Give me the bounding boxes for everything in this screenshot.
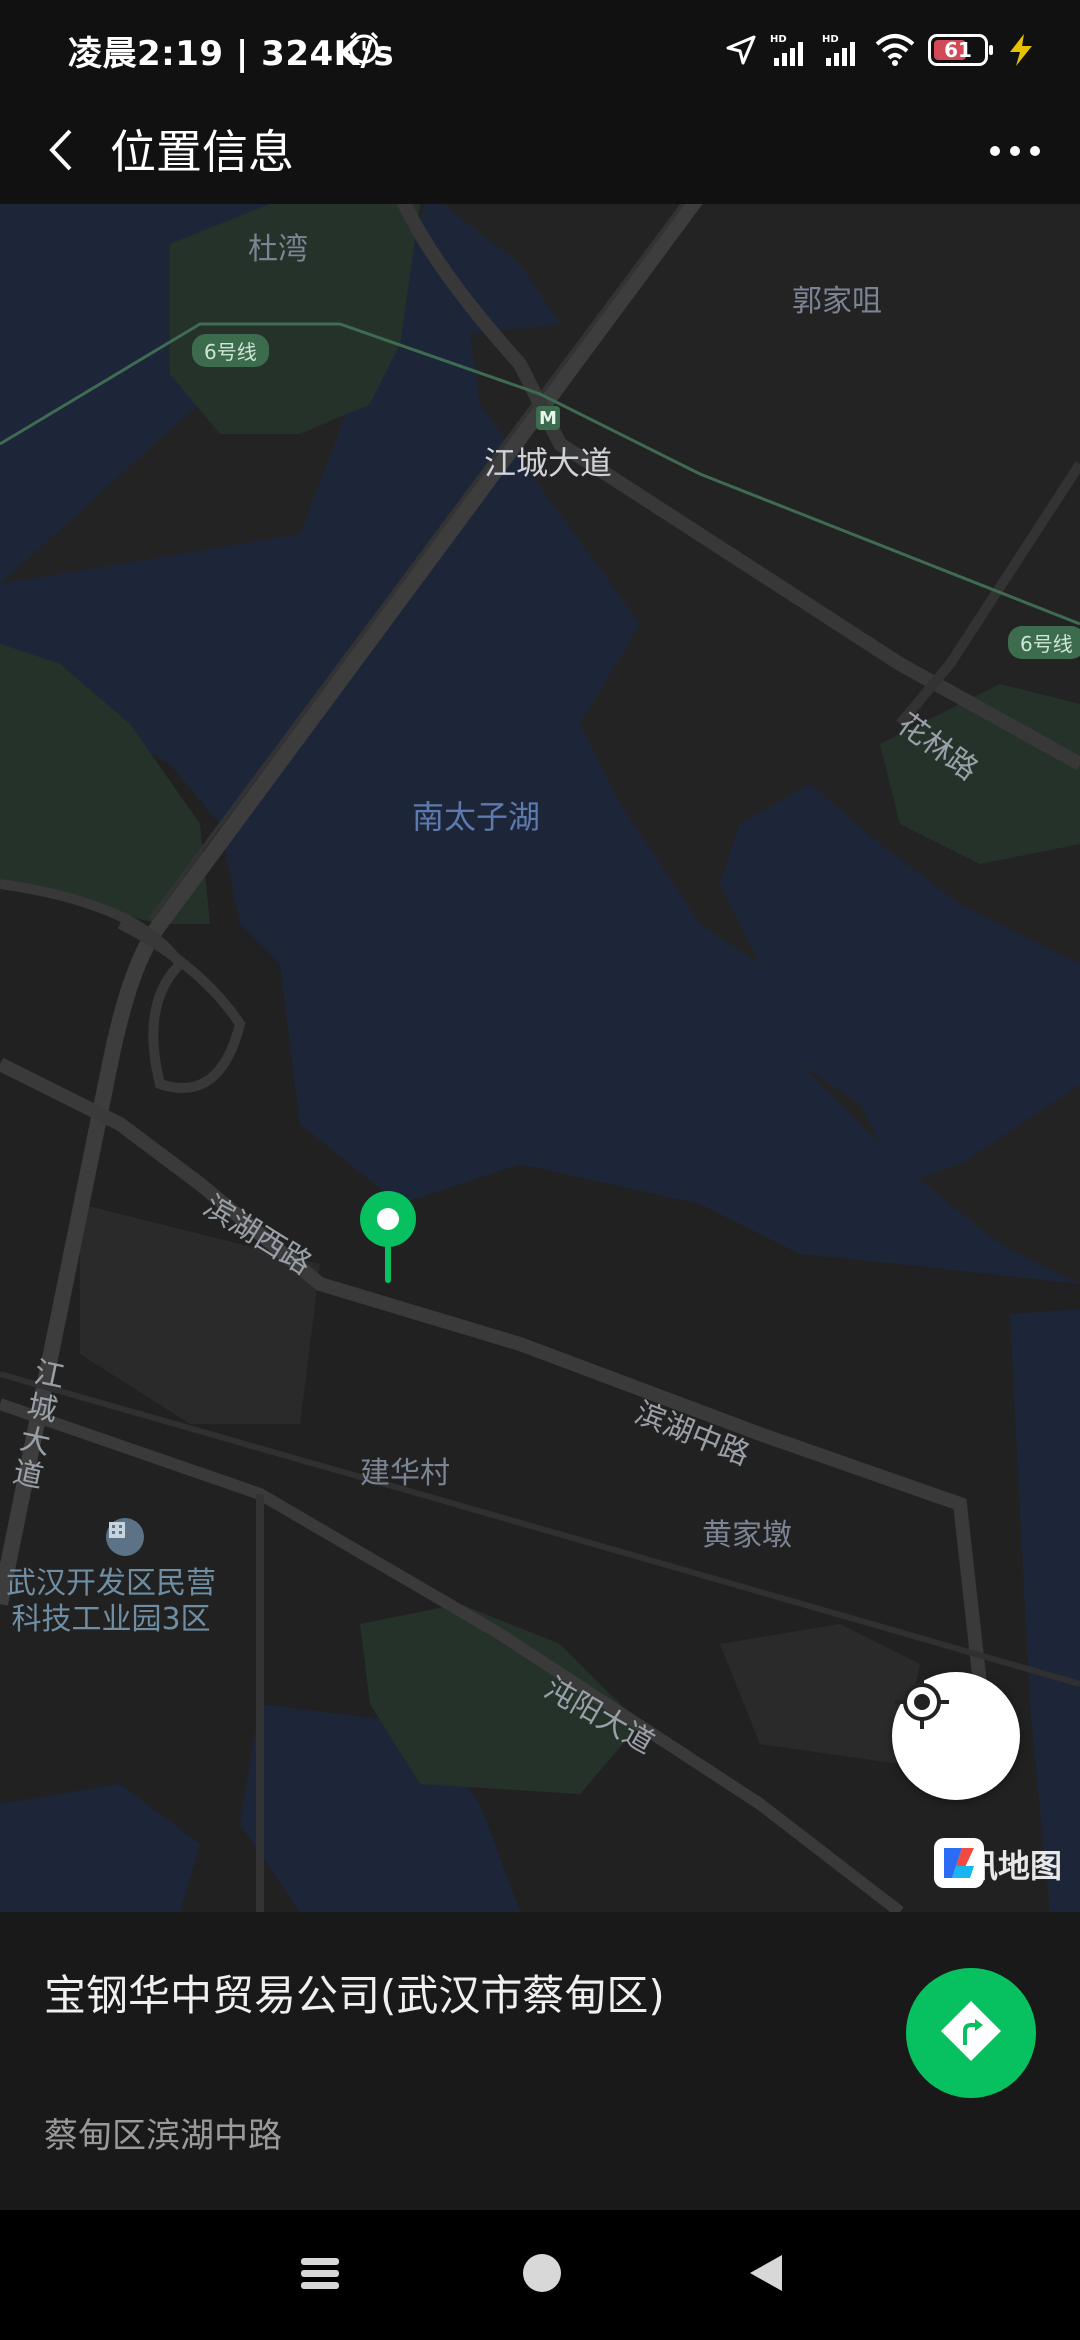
building-icon xyxy=(106,1518,144,1556)
status-bar: 凌晨2:19 | 324K/s HD HD 61 xyxy=(0,0,1080,100)
chevron-left-icon xyxy=(42,125,82,179)
place-address: 蔡甸区滨湖中路 xyxy=(44,2116,282,2156)
metro-station-icon: M xyxy=(536,406,560,430)
poi-label-industrial-park: 武汉开发区民营 科技工业园3区 xyxy=(6,1566,216,1637)
menu-icon xyxy=(299,2252,341,2298)
metro-station-label: 江城大道 xyxy=(484,444,613,482)
my-location-button[interactable] xyxy=(892,1672,1020,1800)
recent-apps-button[interactable] xyxy=(290,2250,350,2300)
home-button[interactable] xyxy=(512,2250,572,2300)
signal-hd-icon: HD xyxy=(770,32,810,68)
metro-line-badge: 6号线 xyxy=(192,334,269,367)
wifi-icon xyxy=(874,32,916,68)
svg-text:HD: HD xyxy=(770,34,787,45)
system-nav-bar xyxy=(0,2210,1080,2340)
home-circle-icon xyxy=(520,2251,564,2299)
more-button[interactable] xyxy=(980,120,1050,184)
svg-text:HD: HD xyxy=(822,34,839,45)
battery-icon: 61 xyxy=(928,34,993,66)
location-pin-icon[interactable] xyxy=(358,1189,418,1289)
map-label-guojiazui: 郭家咀 xyxy=(792,284,882,319)
system-back-button[interactable] xyxy=(736,2250,796,2300)
lake-label: 南太子湖 xyxy=(412,798,541,836)
title-bar: 位置信息 xyxy=(0,100,1080,204)
map-provider-logo: 腾讯地图 xyxy=(933,1838,1062,1890)
place-info-panel: 宝钢华中贸易公司(武汉市蔡甸区) 蔡甸区滨湖中路 xyxy=(0,1912,1080,2210)
map-label-jianhua: 建华村 xyxy=(360,1456,450,1491)
back-triangle-icon xyxy=(746,2251,786,2299)
map-label-huangjiadun: 黄家墩 xyxy=(702,1518,792,1553)
directions-icon xyxy=(935,1995,1007,2071)
map-view[interactable]: 杜湾 郭家咀 6号线 6号线 M 江城大道 花林路 南太子湖 滨湖西路 江城大道… xyxy=(0,204,1080,1912)
tencent-map-logo-icon xyxy=(933,1838,984,1888)
metro-line-badge: 6号线 xyxy=(1008,626,1080,659)
battery-level: 61 xyxy=(944,38,972,62)
page-title: 位置信息 xyxy=(110,125,294,179)
navigate-button[interactable] xyxy=(906,1968,1036,2098)
alarm-icon xyxy=(346,30,382,70)
charging-icon xyxy=(1006,32,1036,68)
place-name: 宝钢华中贸易公司(武汉市蔡甸区) xyxy=(44,1971,665,2020)
back-button[interactable] xyxy=(30,120,94,184)
location-arrow-icon xyxy=(724,33,758,67)
signal-hd-icon: HD xyxy=(822,32,862,68)
more-dots-icon xyxy=(988,143,1042,162)
status-icons: HD HD 61 xyxy=(724,26,1036,74)
map-label-duwan: 杜湾 xyxy=(248,232,308,267)
